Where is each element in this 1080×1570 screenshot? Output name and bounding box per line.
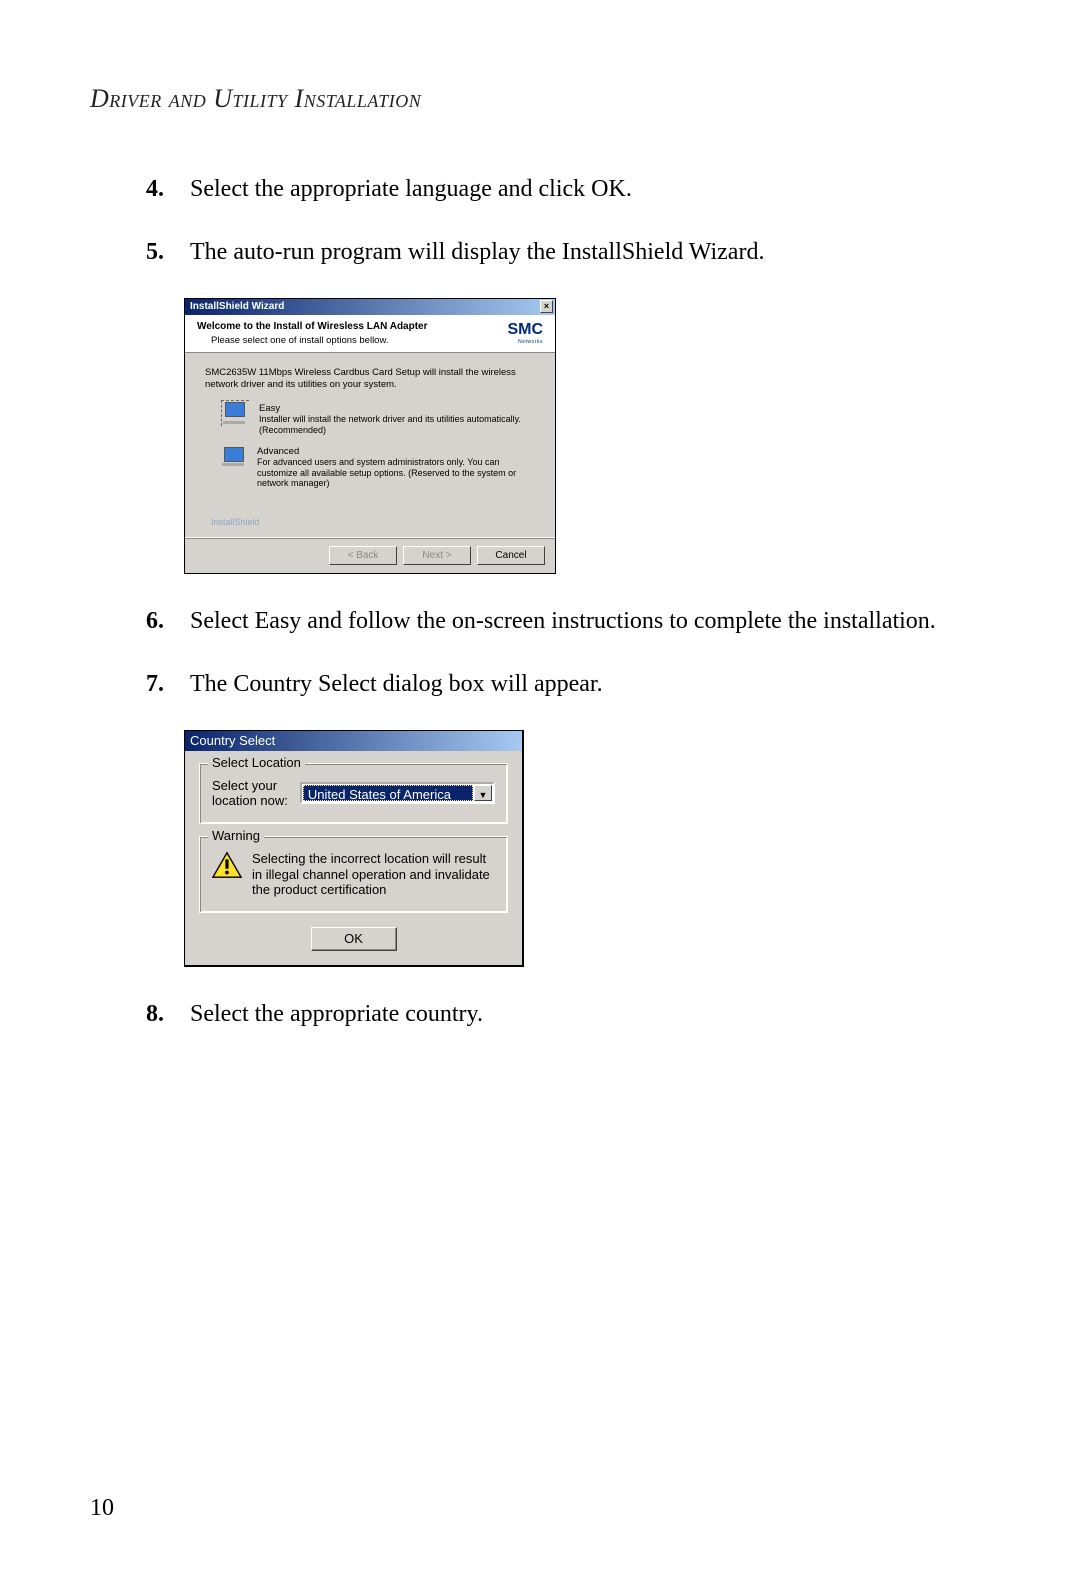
- step-5: 5. The auto-run program will display the…: [146, 235, 990, 270]
- step-8: 8. Select the appropriate country.: [146, 997, 990, 1032]
- warning-icon: [212, 851, 242, 879]
- wizard-header-subtitle: Please select one of install options bel…: [197, 335, 507, 346]
- wizard-header-title: Welcome to the Install of Wiresless LAN …: [197, 321, 507, 332]
- window-title: InstallShield Wizard: [187, 301, 284, 312]
- window-title: Country Select: [190, 733, 275, 748]
- step-4: 4. Select the appropriate language and c…: [146, 172, 990, 207]
- chevron-down-icon[interactable]: ▼: [474, 785, 492, 801]
- titlebar: InstallShield Wizard ×: [185, 299, 555, 315]
- ok-button[interactable]: OK: [311, 927, 397, 951]
- select-location-group: Select Location Select yourlocation now:…: [199, 763, 508, 824]
- monitor-icon: [221, 400, 249, 426]
- country-select-dialog: Country Select Select Location Select yo…: [184, 730, 524, 967]
- step-7: 7. The Country Select dialog box will ap…: [146, 667, 990, 702]
- cancel-button[interactable]: Cancel: [477, 546, 545, 565]
- option-advanced-title: Advanced: [257, 446, 535, 457]
- step-number: 4.: [146, 172, 190, 207]
- step-text: Select Easy and follow the on-screen ins…: [190, 604, 990, 639]
- group-legend: Select Location: [208, 755, 305, 770]
- step-number: 6.: [146, 604, 190, 639]
- step-text: The Country Select dialog box will appea…: [190, 667, 990, 702]
- option-advanced-desc: For advanced users and system administra…: [257, 457, 535, 489]
- step-number: 7.: [146, 667, 190, 702]
- page-number: 10: [90, 1495, 114, 1522]
- next-button: Next >: [403, 546, 471, 565]
- installshield-wizard-window: InstallShield Wizard × Welcome to the In…: [184, 298, 556, 575]
- close-icon[interactable]: ×: [540, 300, 553, 313]
- smc-logo-sub: Networks: [507, 339, 543, 345]
- wizard-footer: < Back Next > Cancel: [185, 537, 555, 573]
- smc-logo: SMC: [507, 321, 543, 339]
- step-text: The auto-run program will display the In…: [190, 235, 990, 270]
- location-label: Select yourlocation now:: [212, 778, 288, 809]
- back-button: < Back: [329, 546, 397, 565]
- step-text: Select the appropriate language and clic…: [190, 172, 990, 207]
- step-text: Select the appropriate country.: [190, 997, 990, 1032]
- step-number: 8.: [146, 997, 190, 1032]
- warning-group: Warning Selecting the incorrect location…: [199, 836, 508, 913]
- wizard-header: Welcome to the Install of Wiresless LAN …: [185, 315, 555, 353]
- warning-text: Selecting the incorrect location will re…: [252, 851, 495, 898]
- step-number: 5.: [146, 235, 190, 270]
- section-heading: Driver and Utility Installation: [90, 84, 990, 114]
- group-legend: Warning: [208, 828, 264, 843]
- option-easy[interactable]: Easy Installer will install the network …: [205, 403, 535, 436]
- titlebar: Country Select: [185, 731, 522, 751]
- option-advanced[interactable]: Advanced For advanced users and system a…: [205, 446, 535, 489]
- location-dropdown[interactable]: United States of America ▼: [300, 782, 495, 804]
- option-easy-title: Easy: [259, 403, 535, 414]
- location-selected-value: United States of America: [303, 785, 473, 801]
- installshield-brand: InstallShield: [205, 517, 535, 527]
- wizard-intro-text: SMC2635W 11Mbps Wireless Cardbus Card Se…: [205, 367, 535, 392]
- monitor-icon: [221, 446, 247, 468]
- option-easy-desc: Installer will install the network drive…: [259, 414, 535, 436]
- step-6: 6. Select Easy and follow the on-screen …: [146, 604, 990, 639]
